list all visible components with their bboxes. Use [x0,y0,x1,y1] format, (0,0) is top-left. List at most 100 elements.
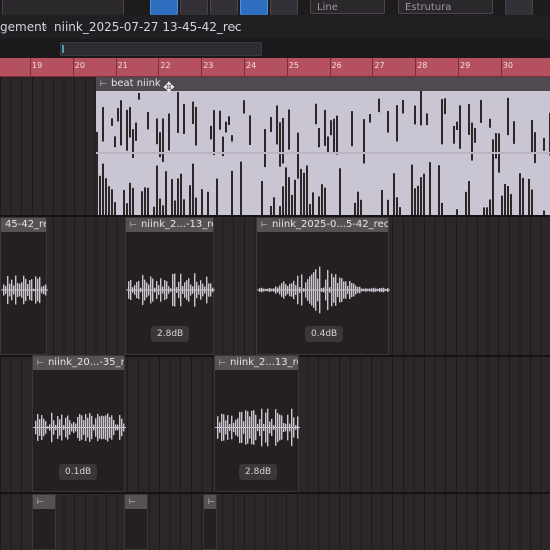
waveform-spike [231,170,233,215]
waveform-spike [108,186,110,215]
waveform-spike [159,198,161,215]
clip-track4-b[interactable]: ⊢ [124,494,148,550]
arrow-tool-button[interactable] [180,0,208,15]
clip-track2-a[interactable]: 45-42_rec [0,217,48,355]
waveform-spike [126,203,128,215]
waveform-spike [141,191,143,215]
waveform-spike [114,202,116,215]
waveform-spike [543,137,545,151]
clip-arrow-icon: ⊢ [219,358,226,367]
waveform-spike [273,197,275,215]
clip-header[interactable]: ⊢ [125,495,147,509]
waveform-spike [291,194,293,215]
waveform-spike [105,178,107,215]
clip-track4-c[interactable]: ⊢ [203,494,217,550]
waveform-spike [279,206,281,215]
waveform-spike [132,187,134,215]
clip-header[interactable]: 45-42_rec [1,218,46,232]
clip-arrow-icon: ⊢ [261,220,268,229]
waveform-spike [135,122,137,141]
ruler-tick [286,58,288,76]
waveform-spike [519,173,521,215]
clip-header[interactable]: ⊢niink_2...-13_rec [126,218,213,232]
waveform-spike [456,121,458,130]
waveform-spike [285,167,287,215]
waveform-spike [513,121,515,144]
waveform-spike [531,120,533,153]
clip-track3-b[interactable]: ⊢niink_2...13_rec 2.8dB [214,355,300,492]
clip-header[interactable]: ⊢niink_2...13_rec [215,356,298,370]
clip-track3-a[interactable]: ⊢niink_20...-35_rec 0.1dB [32,355,126,492]
waveform-spike [480,99,482,123]
gain-badge[interactable]: 0.1dB [59,464,98,480]
clip-track2-c[interactable]: ⊢niink_2025-0...5-42_rec #2 0.4dB [256,217,390,355]
clip-beat[interactable]: ⊢ beat niink [96,77,550,215]
move-cursor-icon: ✥ [163,80,175,96]
timeline-ruler[interactable]: 19 20 21 22 23 24 25 26 27 28 29 30 [0,58,550,77]
clip-header[interactable]: ⊢ [204,495,216,509]
structure-select[interactable]: Estrutura [398,0,493,14]
waveform-spike [300,168,302,215]
clip-name: beat niink [110,78,161,89]
clip-name: 45-42_rec [5,219,46,230]
track-lane-4[interactable] [0,494,550,550]
waveform-spike [99,175,101,215]
draw-tool-button[interactable] [210,0,238,15]
waveform-spike [423,173,425,215]
waveform-spike [144,187,146,215]
waveform-spike [276,105,278,145]
waveform-spike [102,107,104,142]
waveform-spike [387,199,389,215]
waveform-spike [363,119,365,164]
line-select[interactable]: Line [310,0,385,14]
gain-badge[interactable]: 0.4dB [305,326,344,342]
waveform-spike [321,184,323,215]
waveform-spike [459,105,461,149]
waveform-spike [417,185,419,215]
waveform-spike [414,105,416,125]
waveform-spike [468,104,470,135]
waveform-spike [522,177,524,215]
waveform-spike [429,162,431,215]
waveform-centerline [96,152,550,154]
waveform-spike [303,172,305,215]
breadcrumb-parent[interactable]: gement [0,20,46,34]
ruler-tick [72,58,74,76]
snap-tool-button[interactable] [270,0,298,15]
toolbar-slider[interactable] [2,0,124,15]
select-tool-button[interactable] [150,0,178,15]
ruler-bar-label: 19 [32,61,43,70]
ruler-tick [244,58,245,76]
clip-arrow-icon: ⊢ [37,497,44,506]
overview-strip[interactable] [0,39,550,59]
clip-header[interactable]: ⊢niink_2025-0...5-42_rec #2 [257,218,388,232]
waveform-spike [192,101,194,125]
gain-badge[interactable]: 2.8dB [239,464,278,480]
waveform-spike [240,161,242,215]
clip-track4-a[interactable]: ⊢ [32,494,56,550]
gain-badge[interactable]: 2.8dB [151,326,190,342]
clip-track2-b[interactable]: ⊢niink_2...-13_rec 2.8dB [125,217,215,355]
waveform-spike [165,171,167,215]
waveform-spike [183,199,185,215]
clip-header[interactable]: ⊢ [33,495,55,509]
waveform-spike [396,197,398,215]
ruler-tick [201,58,203,76]
toolbar-button-right[interactable] [505,0,533,15]
breadcrumb-current[interactable]: niink_2025-07-27 13-45-42_rec [54,20,242,34]
waveform-spike [507,97,509,136]
ruler-tick [115,58,117,76]
ruler-bar-label: 23 [203,61,214,70]
breadcrumb-chevron-icon[interactable]: › [232,20,237,34]
clip-header[interactable]: ⊢niink_20...-35_rec [33,356,124,370]
link-tool-button[interactable] [240,0,268,15]
waveform-centerline [1,289,48,291]
waveform-spike [426,113,428,126]
waveform-spike [180,173,182,215]
track-area[interactable]: ⊢beat niink ✥ 45-42_rec ⊢niink_2...-13_r… [0,77,550,550]
waveform-spike [357,191,359,215]
ruler-bar-label: 20 [74,61,85,70]
overview-viewport[interactable] [60,42,262,56]
ruler-tick [329,58,331,76]
waveform-spike [420,177,422,215]
